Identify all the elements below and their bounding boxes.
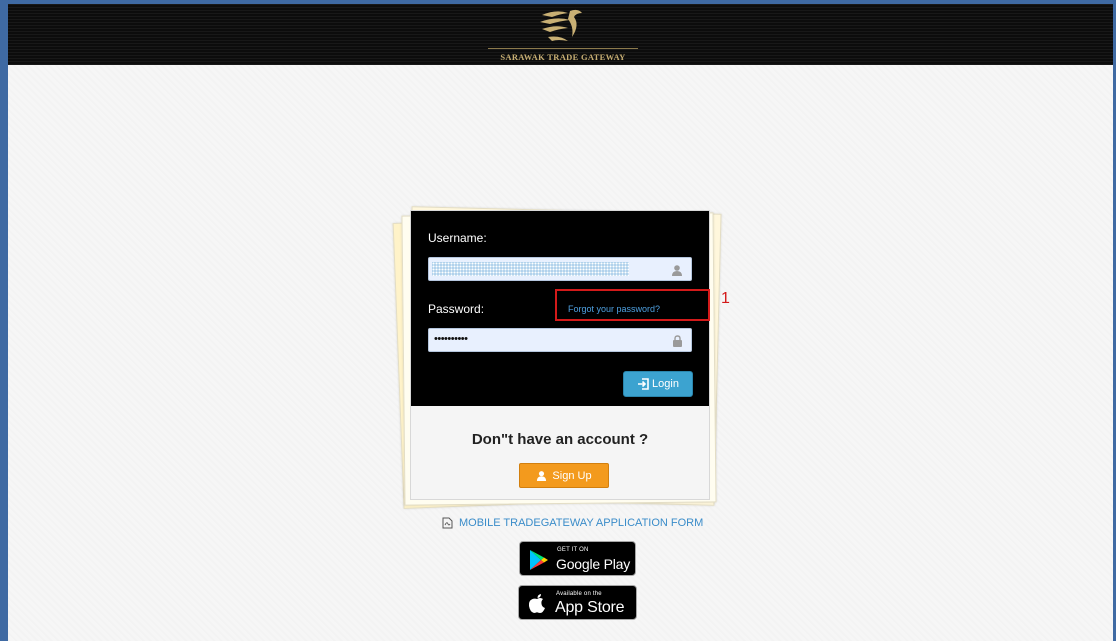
app-store-name: App Store — [555, 599, 625, 616]
app-store-small-text: Available on the — [556, 591, 602, 597]
site-header: SARAWAK TRADE GATEWAY — [8, 4, 1113, 65]
login-button[interactable]: Login — [623, 371, 693, 397]
google-play-name: Google Play — [556, 556, 631, 572]
logo-rule — [488, 48, 638, 49]
annotation-highlight-box — [555, 289, 710, 321]
mobile-application-form-link[interactable]: MOBILE TRADEGATEWAY APPLICATION FORM — [442, 517, 703, 529]
lock-icon — [672, 334, 683, 352]
pdf-icon — [442, 517, 453, 529]
google-play-icon — [530, 550, 548, 570]
login-card: Username: Password: Forgot your password… — [410, 210, 710, 500]
username-input[interactable] — [428, 257, 692, 281]
sign-up-label: Sign Up — [552, 469, 592, 482]
app-store-badge[interactable]: Available on the App Store — [518, 585, 637, 620]
browser-viewport: SARAWAK TRADE GATEWAY Username: Password… — [8, 4, 1113, 641]
username-value-redacted — [432, 262, 629, 276]
sign-up-button[interactable]: Sign Up — [519, 463, 609, 488]
login-button-label: Login — [652, 378, 679, 390]
google-play-badge[interactable]: GET IT ON Google Play — [519, 541, 636, 576]
apple-icon — [528, 594, 545, 613]
annotation-number: 1 — [721, 290, 730, 307]
username-label: Username: — [428, 231, 487, 245]
mobile-application-form-label: MOBILE TRADEGATEWAY APPLICATION FORM — [459, 517, 704, 529]
password-input[interactable]: •••••••••• — [428, 328, 692, 352]
password-value: •••••••••• — [434, 333, 468, 345]
login-icon — [638, 378, 649, 390]
user-icon — [671, 263, 683, 281]
google-play-small-text: GET IT ON — [557, 547, 589, 553]
no-account-prompt: Don"t have an account ? — [471, 431, 649, 448]
user-icon — [537, 471, 547, 481]
password-label: Password: — [428, 302, 485, 316]
logo-text: SARAWAK TRADE GATEWAY — [500, 52, 626, 62]
hornbill-icon — [540, 9, 582, 41]
sarawak-trade-gateway-logo[interactable]: SARAWAK TRADE GATEWAY — [488, 6, 668, 64]
